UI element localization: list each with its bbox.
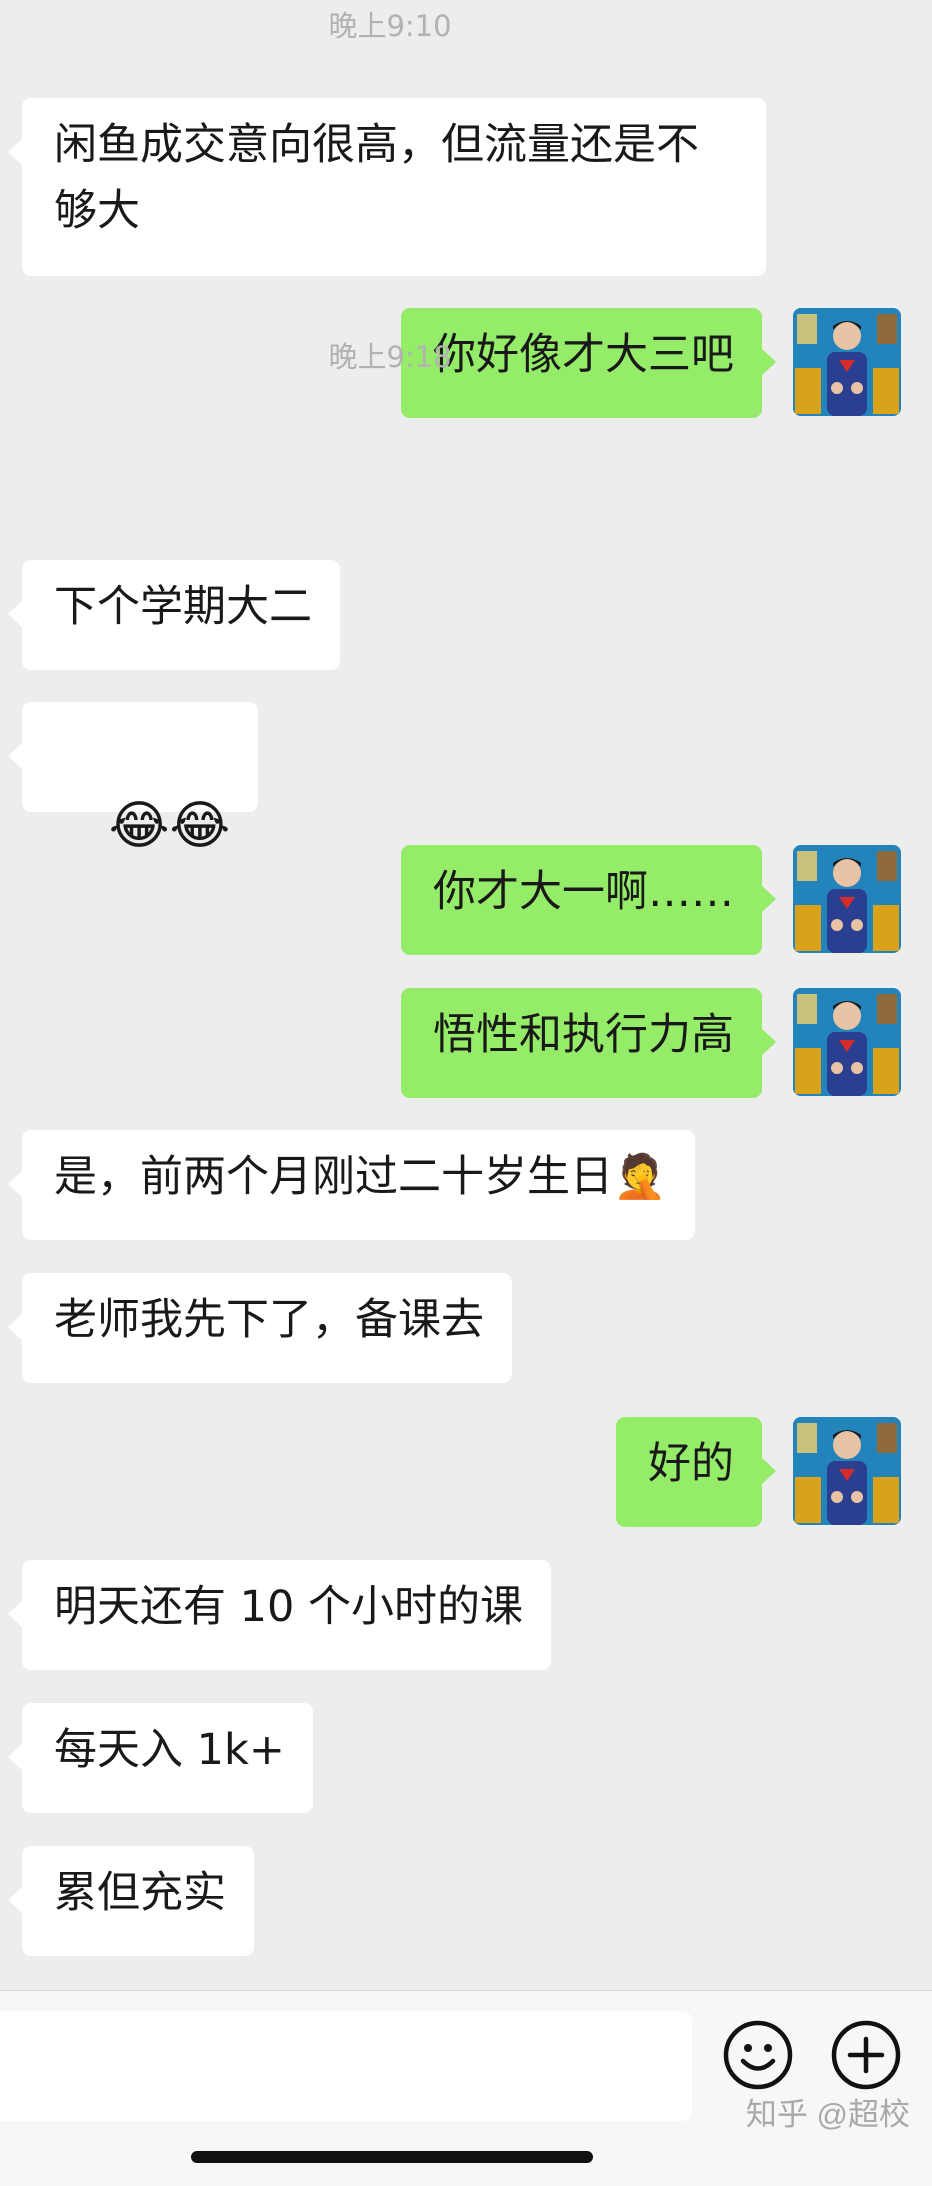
timestamp: 晚上9:18 bbox=[328, 340, 452, 374]
user-avatar[interactable] bbox=[793, 988, 901, 1096]
message-bubble-incoming[interactable]: 累但充实 bbox=[8, 1846, 254, 1956]
chat-message-list[interactable]: 晚上9:10 闲鱼成交意向很高，但流量还是不 够大 你好像才大三吧 晚上9:18… bbox=[0, 0, 932, 1990]
message-bubble-incoming[interactable]: 明天还有 10 个小时的课 bbox=[7, 1560, 552, 1670]
user-avatar[interactable] bbox=[793, 1417, 901, 1525]
avatar-image bbox=[793, 988, 901, 1096]
message-bubble-outgoing[interactable]: 好的 bbox=[616, 1417, 776, 1527]
tears-of-joy-emoji: 😂😂 bbox=[108, 795, 231, 856]
message-bubble-outgoing[interactable]: 悟性和执行力高 bbox=[401, 988, 776, 1098]
home-indicator[interactable] bbox=[191, 2151, 593, 2163]
message-text-input[interactable] bbox=[0, 2011, 692, 2121]
user-avatar[interactable] bbox=[793, 308, 901, 416]
emoji-button[interactable] bbox=[722, 2019, 794, 2091]
message-bubble-incoming[interactable]: 是，前两个月刚过二十岁生日🤦 bbox=[8, 1130, 695, 1240]
message-bubble-outgoing[interactable]: 你才大一啊…… bbox=[401, 845, 776, 955]
user-avatar[interactable] bbox=[793, 845, 901, 953]
message-bubble-incoming[interactable]: 闲鱼成交意向很高，但流量还是不 够大 bbox=[8, 98, 766, 276]
message-bubble-incoming[interactable]: 下个学期大二 bbox=[8, 560, 340, 670]
message-bubble-incoming[interactable]: 😂😂 bbox=[7, 702, 259, 856]
plus-circle-icon bbox=[831, 2020, 901, 2090]
message-bubble-incoming[interactable]: 老师我先下了，备课去 bbox=[8, 1273, 512, 1383]
add-more-button[interactable] bbox=[830, 2019, 902, 2091]
timestamp: 晚上9:10 bbox=[328, 9, 452, 43]
input-bar: 知乎 @超校 bbox=[0, 1990, 932, 2186]
avatar-image bbox=[793, 308, 901, 416]
smiley-face-icon bbox=[723, 2020, 793, 2090]
message-bubble-incoming[interactable]: 每天入 1k+ bbox=[8, 1703, 313, 1813]
avatar-image bbox=[793, 1417, 901, 1525]
avatar-image bbox=[793, 845, 901, 953]
watermark: 知乎 @超校 bbox=[745, 2097, 910, 2132]
